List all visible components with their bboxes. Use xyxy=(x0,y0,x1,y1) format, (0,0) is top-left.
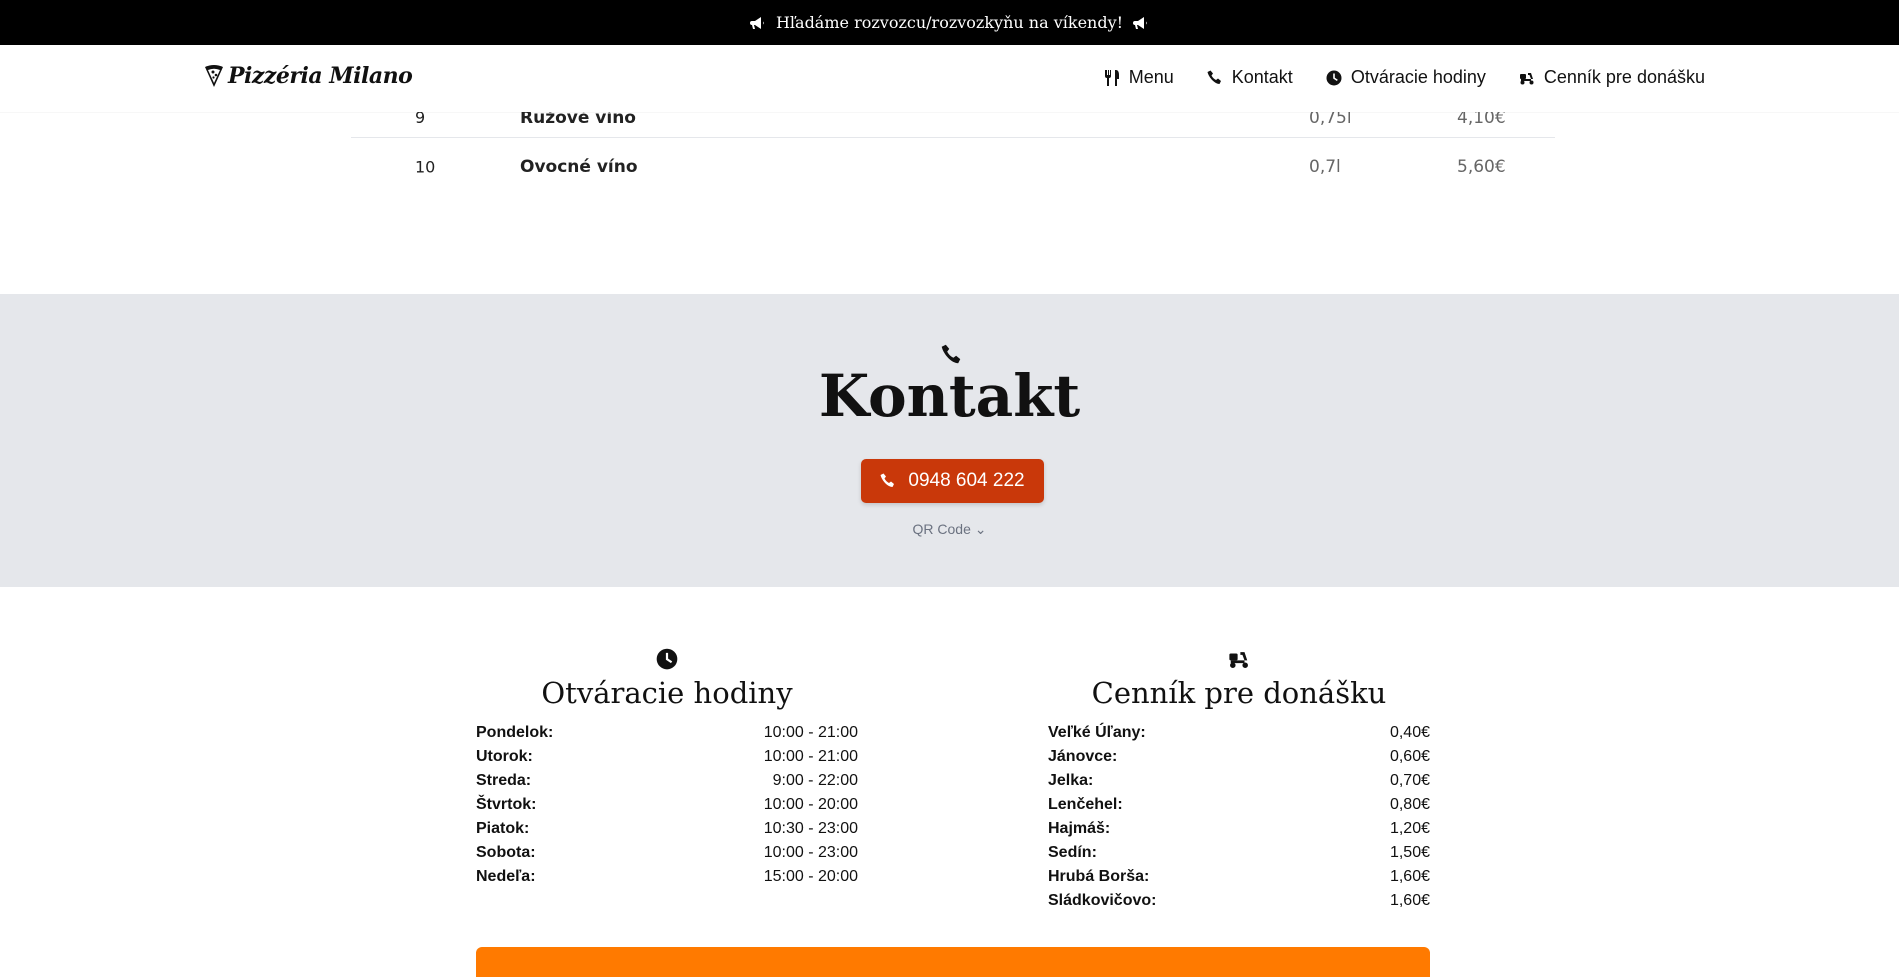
megaphone-icon xyxy=(1133,16,1147,29)
pizza-slice-icon xyxy=(205,65,223,87)
item-name: Ovocné víno xyxy=(520,157,638,177)
day-label: Pondelok: xyxy=(476,724,554,741)
place-label: Lenčehel: xyxy=(1048,796,1123,813)
list-item: Streda: 9:00 - 22:00 xyxy=(476,772,858,796)
price-value: 0,60€ xyxy=(1389,748,1430,765)
phone-icon xyxy=(1207,70,1221,84)
time-value: 10:00 - 21:00 xyxy=(763,748,858,765)
price-value: 1,60€ xyxy=(1389,868,1430,885)
main-nav: Menu Kontakt Otváracie hodiny Cenník pre… xyxy=(1104,67,1705,88)
announcement-text: Hľadáme rozvozcu/rozvozkyňu na víkendy! xyxy=(775,13,1124,32)
place-label: Hajmáš: xyxy=(1048,820,1111,837)
brand-name: Pizzéria Milano xyxy=(228,63,413,89)
order-banner[interactable] xyxy=(476,947,1430,977)
phone-number: 0948 604 222 xyxy=(908,470,1025,491)
table-row: 10 Ovocné víno 0,7l 5,60€ xyxy=(351,138,1555,196)
hours-title: Otváracie hodiny xyxy=(541,676,793,710)
qr-code-toggle[interactable]: QR Code ⌄ xyxy=(0,521,1899,538)
brand-logo[interactable]: Pizzéria Milano xyxy=(204,63,413,89)
delivery-title: Cenník pre donášku xyxy=(1091,676,1387,710)
contact-title: Kontakt xyxy=(818,362,1081,430)
item-volume: 0,7l xyxy=(1309,157,1341,177)
place-label: Sládkovičovo: xyxy=(1048,892,1157,909)
day-label: Sobota: xyxy=(476,844,536,861)
price-value: 1,50€ xyxy=(1389,844,1430,861)
time-value: 15:00 - 20:00 xyxy=(763,868,858,885)
list-item: Lenčehel: 0,80€ xyxy=(1048,796,1430,820)
time-value: 10:30 - 23:00 xyxy=(763,820,858,837)
call-button[interactable]: 0948 604 222 xyxy=(861,459,1044,503)
list-item: Nedeľa: 15:00 - 20:00 xyxy=(476,868,858,892)
list-item: Sládkovičovo: 1,60€ xyxy=(1048,892,1430,916)
qr-label: QR Code xyxy=(912,521,971,537)
utensils-icon xyxy=(1104,69,1119,86)
list-item: Hajmáš: 1,20€ xyxy=(1048,820,1430,844)
list-item: Jánovce: 0,60€ xyxy=(1048,748,1430,772)
nav-item-hours[interactable]: Otváracie hodiny xyxy=(1326,67,1486,88)
chevron-down-icon: ⌄ xyxy=(974,521,987,537)
clock-icon xyxy=(1326,70,1342,85)
contact-section: Kontakt 0948 604 222 QR Code ⌄ xyxy=(0,294,1899,587)
place-label: Hrubá Borša: xyxy=(1048,868,1150,885)
price-value: 0,40€ xyxy=(1389,724,1430,741)
day-label: Štvrtok: xyxy=(476,796,537,813)
nav-label: Kontakt xyxy=(1231,67,1293,87)
place-label: Jánovce: xyxy=(1048,748,1118,765)
price-value: 0,80€ xyxy=(1389,796,1430,813)
nav-item-kontakt[interactable]: Kontakt xyxy=(1207,67,1293,88)
nav-label: Cenník pre donášku xyxy=(1543,67,1705,87)
item-number: 10 xyxy=(415,157,436,177)
list-item: Pondelok: 10:00 - 21:00 xyxy=(476,724,858,748)
price-value: 1,20€ xyxy=(1389,820,1430,837)
price-value: 0,70€ xyxy=(1389,772,1430,789)
day-label: Utorok: xyxy=(476,748,533,765)
clock-icon xyxy=(656,648,678,670)
day-label: Streda: xyxy=(476,772,532,789)
nav-label: Menu xyxy=(1128,67,1174,87)
list-item: Sedín: 1,50€ xyxy=(1048,844,1430,868)
day-label: Piatok: xyxy=(476,820,530,837)
delivery-prices-section: Cenník pre donášku Veľké Úľany: 0,40€ Ján… xyxy=(1048,648,1430,916)
phone-icon xyxy=(880,473,895,487)
nav-item-delivery[interactable]: Cenník pre donášku xyxy=(1519,67,1705,88)
list-item: Utorok: 10:00 - 21:00 xyxy=(476,748,858,772)
announcement-bar: Hľadáme rozvozcu/rozvozkyňu na víkendy! xyxy=(0,0,1899,45)
time-value: 9:00 - 22:00 xyxy=(772,772,858,789)
list-item: Sobota: 10:00 - 23:00 xyxy=(476,844,858,868)
time-value: 10:00 - 23:00 xyxy=(763,844,858,861)
nav-label: Otváracie hodiny xyxy=(1350,67,1486,87)
place-label: Sedín: xyxy=(1048,844,1097,861)
time-value: 10:00 - 21:00 xyxy=(763,724,858,741)
list-item: Štvrtok: 10:00 - 20:00 xyxy=(476,796,858,820)
opening-hours-section: Otváracie hodiny Pondelok: 10:00 - 21:00 … xyxy=(476,648,858,892)
nav-item-menu[interactable]: Menu xyxy=(1104,67,1174,88)
scooter-icon xyxy=(1229,652,1248,668)
day-label: Nedeľa: xyxy=(476,868,536,885)
list-item: Piatok: 10:30 - 23:00 xyxy=(476,820,858,844)
scooter-icon xyxy=(1519,72,1534,84)
item-price: 5,60€ xyxy=(1457,157,1506,177)
price-value: 1,60€ xyxy=(1389,892,1430,909)
navbar: Pizzéria Milano Menu Kontakt Otváracie h… xyxy=(0,45,1899,112)
megaphone-icon xyxy=(749,16,764,29)
hours-list: Pondelok: 10:00 - 21:00 Utorok: 10:00 - 21… xyxy=(476,724,858,892)
list-item: Hrubá Borša: 1,60€ xyxy=(1048,868,1430,892)
list-item: Veľké Úľany: 0,40€ xyxy=(1048,724,1430,748)
time-value: 10:00 - 20:00 xyxy=(763,796,858,813)
delivery-list: Veľké Úľany: 0,40€ Jánovce: 0,60€ Jelka: 0,… xyxy=(1048,724,1430,916)
list-item: Jelka: 0,70€ xyxy=(1048,772,1430,796)
place-label: Veľké Úľany: xyxy=(1048,724,1146,741)
place-label: Jelka: xyxy=(1048,772,1094,789)
